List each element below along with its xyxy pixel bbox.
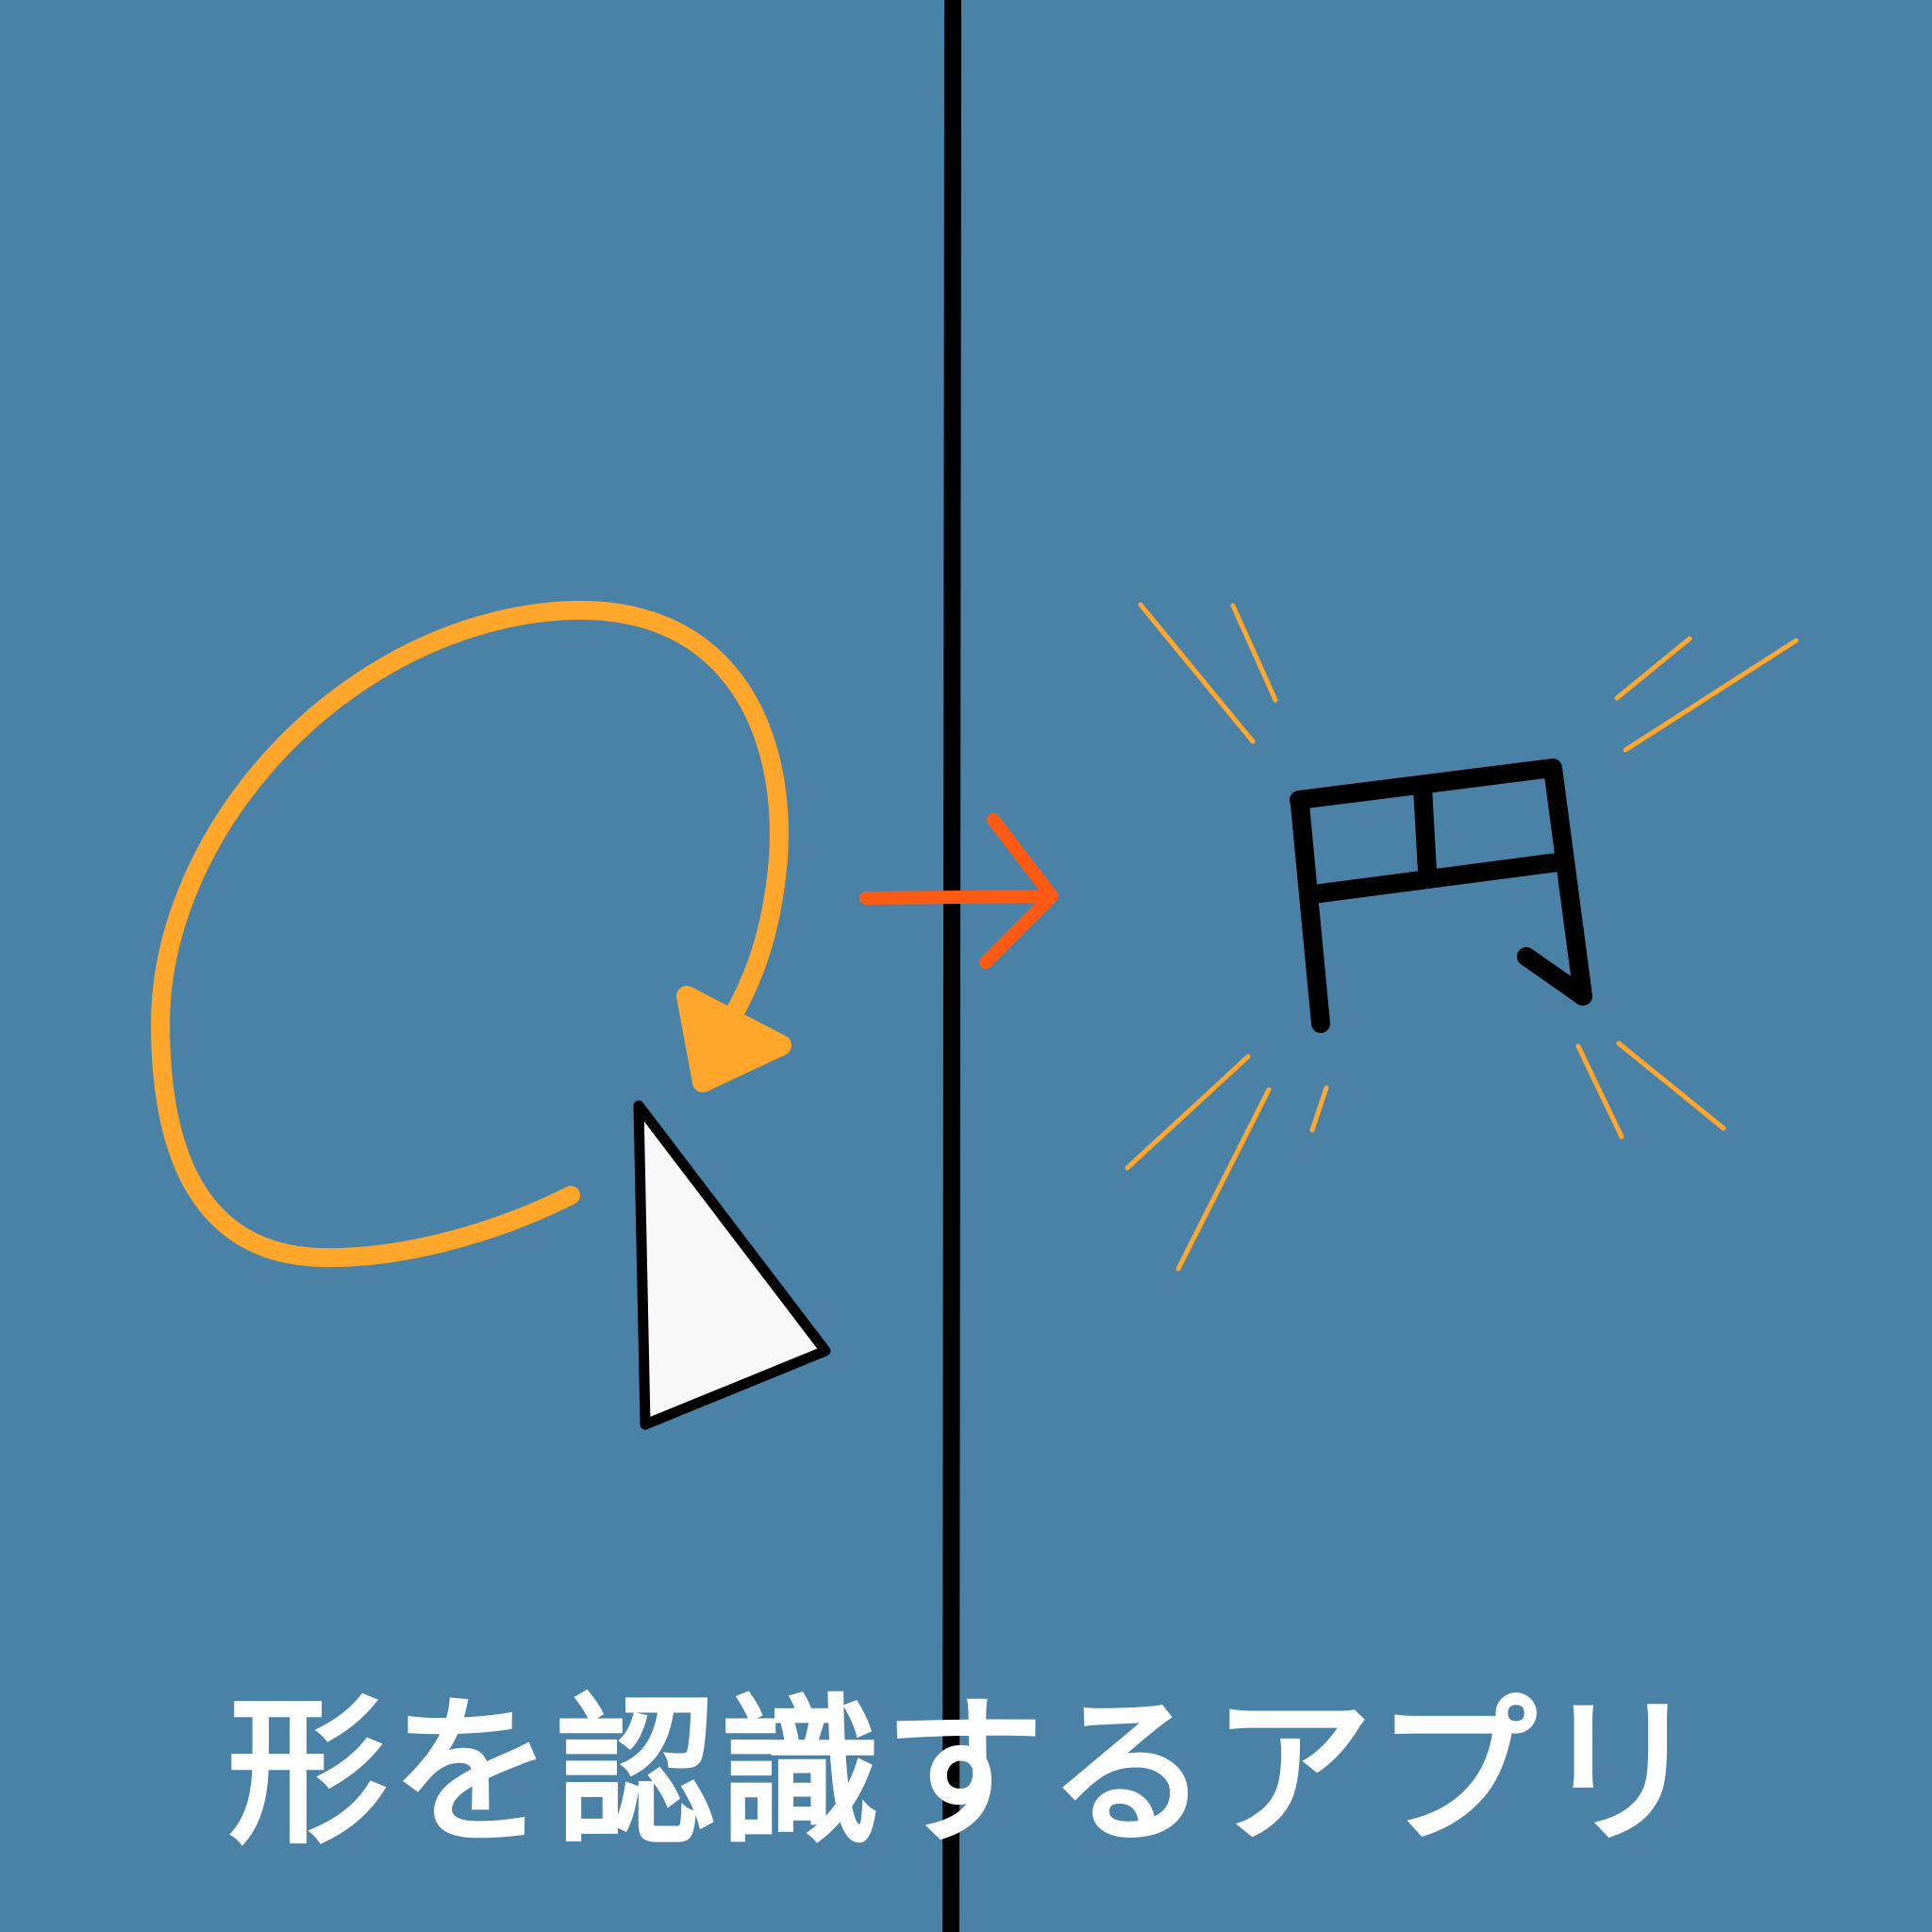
result-glyph-drawing xyxy=(1290,758,1592,1033)
illustration-artwork xyxy=(150,0,1799,1932)
page-title: 形を認識するアプリ xyxy=(226,1680,1705,1867)
sparkle-lines-icon xyxy=(1124,602,1799,1272)
circular-gesture-arrow-icon xyxy=(150,600,791,1268)
gesture-arrowhead xyxy=(676,986,791,1092)
center-divider xyxy=(942,0,961,1932)
illustration-canvas: 形を認識するアプリ xyxy=(0,0,1932,1932)
pointer-cursor-icon xyxy=(633,1100,831,1430)
